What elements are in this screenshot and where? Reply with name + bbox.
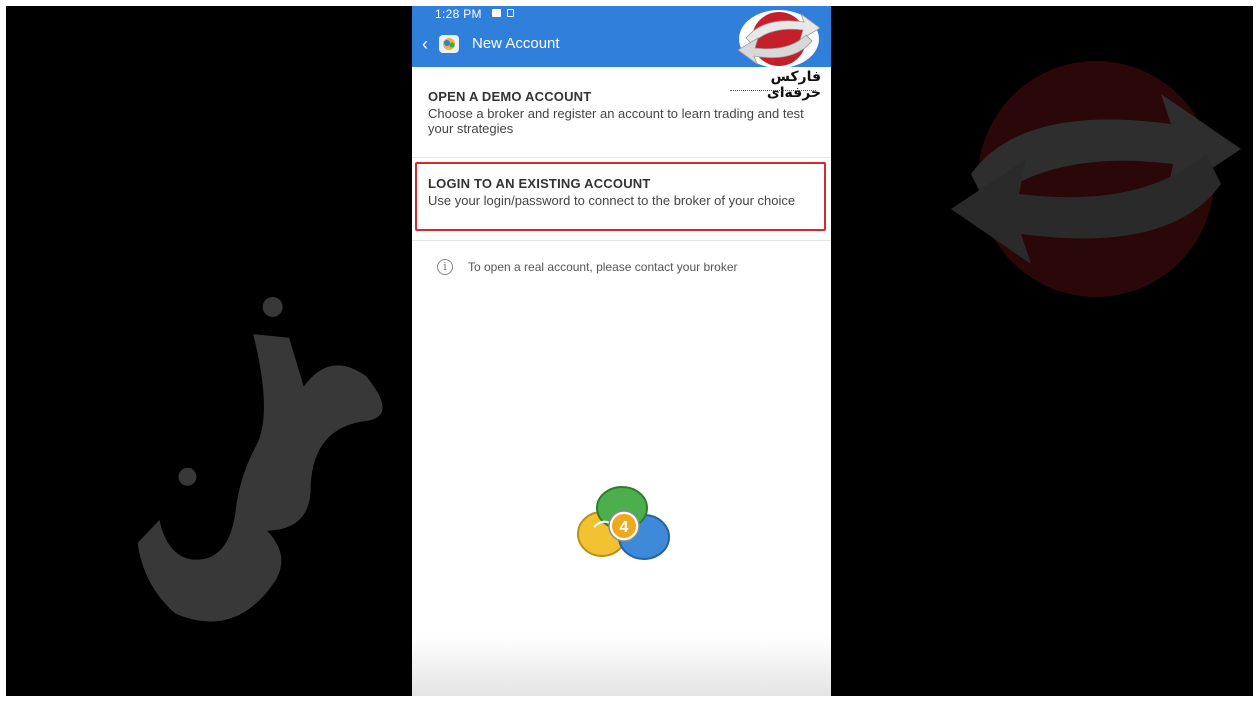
info-icon: i bbox=[437, 259, 453, 275]
status-time: 1:28 PM bbox=[435, 7, 482, 21]
page-title: New Account bbox=[472, 35, 560, 52]
svg-text:4: 4 bbox=[620, 519, 629, 536]
open-demo-account-option[interactable]: OPEN A DEMO ACCOUNT Choose a broker and … bbox=[412, 76, 831, 156]
option-title: OPEN A DEMO ACCOUNT bbox=[428, 89, 592, 104]
metatrader-logo-icon: 4 bbox=[577, 486, 670, 560]
status-icons bbox=[492, 9, 514, 17]
video-frame: 1:28 PM ‹ New Account فارکس حر bbox=[6, 6, 1253, 696]
video-record-icon bbox=[492, 9, 501, 17]
watermark-right bbox=[951, 61, 1241, 297]
bottom-navigation-area bbox=[412, 636, 831, 696]
info-row: i To open a real account, please contact… bbox=[437, 259, 738, 275]
brand-logo-icon bbox=[737, 10, 821, 68]
info-text: To open a real account, please contact y… bbox=[468, 260, 738, 274]
phone-screen: 1:28 PM ‹ New Account فارکس حر bbox=[412, 6, 831, 696]
notification-icon bbox=[507, 9, 514, 17]
chevron-left-icon[interactable]: ‹ bbox=[416, 33, 434, 55]
mt4-app-icon bbox=[439, 35, 459, 53]
option-description: Choose a broker and register an account … bbox=[428, 106, 804, 136]
divider bbox=[412, 157, 831, 158]
divider bbox=[412, 240, 831, 241]
app-bar: 1:28 PM ‹ New Account bbox=[412, 6, 831, 68]
highlight-box bbox=[415, 162, 826, 231]
